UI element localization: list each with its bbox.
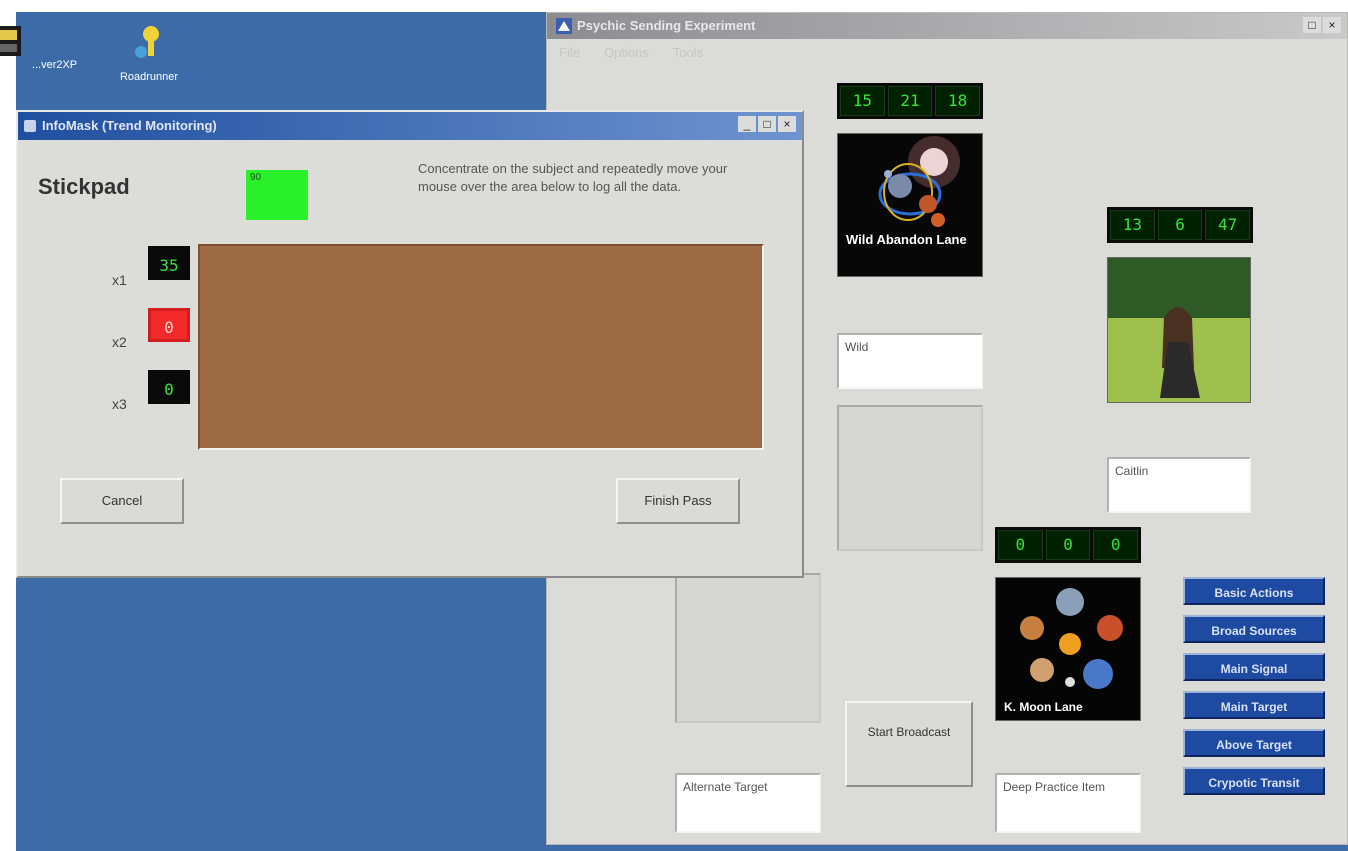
led-digit: 47	[1205, 210, 1251, 240]
menu-tools[interactable]: Tools	[673, 45, 703, 63]
axis-label-x1: x1	[112, 272, 127, 288]
led-digit: 21	[887, 86, 933, 116]
axis-label-x3: x3	[112, 396, 127, 412]
dialog-window-controls: _ □ ×	[738, 116, 796, 132]
stickpad-dialog: InfoMask (Trend Monitoring) _ □ × Stickp…	[16, 110, 804, 578]
status-indicator: 90	[246, 170, 308, 220]
target-image-planets[interactable]: K. Moon Lane	[995, 577, 1141, 721]
led-digit: 6	[1157, 210, 1203, 240]
portrait-photo-icon	[1108, 258, 1250, 402]
subject-name-text: Caitlin	[1115, 464, 1149, 478]
main-signal-button[interactable]: Main Signal	[1183, 653, 1325, 681]
alternate-target-text: Alternate Target	[683, 780, 768, 794]
broad-sources-button[interactable]: Broad Sources	[1183, 615, 1325, 643]
deep-practice-text: Deep Practice Item	[1003, 780, 1106, 794]
maximize-icon[interactable]: □	[1303, 17, 1321, 33]
instructions-text: Concentrate on the subject and repeatedl…	[418, 161, 728, 194]
deep-practice-field[interactable]: Deep Practice Item	[995, 773, 1141, 833]
start-broadcast-button[interactable]: Start Broadcast	[845, 701, 973, 787]
menu-bar: File Options Tools	[547, 39, 1347, 69]
finish-pass-button[interactable]: Finish Pass	[616, 478, 740, 524]
secondary-preview-box	[675, 573, 821, 723]
desktop-icon-roadrunner[interactable]: Roadrunner	[104, 22, 194, 83]
menu-file[interactable]: File	[559, 45, 580, 63]
application-icon	[0, 26, 21, 56]
axis-value-x1: 35	[148, 246, 190, 280]
target-photo[interactable]	[1107, 257, 1251, 403]
start-broadcast-label: Start Broadcast	[867, 725, 951, 739]
target-preview-box	[837, 405, 983, 551]
led-digit: 15	[840, 86, 885, 116]
axis-value-x3: 0	[148, 370, 190, 404]
dialog-titlebar[interactable]: InfoMask (Trend Monitoring) _ □ ×	[18, 112, 802, 140]
cryptic-transit-button[interactable]: Crypotic Transit	[1183, 767, 1325, 795]
led-digit: 0	[998, 530, 1043, 560]
desktop-icon-label: Roadrunner	[119, 71, 179, 83]
led-digit: 13	[1110, 210, 1155, 240]
image-caption: Wild Abandon Lane	[846, 232, 967, 247]
alternate-target-field[interactable]: Alternate Target	[675, 773, 821, 833]
menu-options[interactable]: Options	[604, 45, 649, 63]
main-target-button[interactable]: Main Target	[1183, 691, 1325, 719]
window-title: Psychic Sending Experiment	[577, 18, 756, 33]
dialog-app-icon	[24, 120, 36, 132]
basic-actions-button[interactable]: Basic Actions	[1183, 577, 1325, 605]
desktop-icon-app[interactable]: ...ver2XP	[0, 22, 78, 71]
app-icon	[556, 18, 572, 34]
led-digit: 0	[1093, 530, 1139, 560]
dialog-heading: Stickpad	[38, 174, 130, 199]
status-indicator-text: 90	[250, 172, 262, 183]
led-counter-top: 15 21 18	[837, 83, 983, 119]
led-digit: 18	[935, 86, 981, 116]
target-name-field[interactable]: Wild	[837, 333, 983, 389]
target-image-space[interactable]: Wild Abandon Lane	[837, 133, 983, 277]
maximize-icon[interactable]: □	[758, 116, 776, 132]
network-key-icon	[135, 26, 159, 58]
target-name-text: Wild	[845, 340, 869, 354]
axis-label-x2: x2	[112, 334, 127, 350]
stickpad-area[interactable]	[198, 244, 764, 450]
minimize-icon[interactable]: _	[738, 116, 756, 132]
led-counter-bottom: 0 0 0	[995, 527, 1141, 563]
above-target-button[interactable]: Above Target	[1183, 729, 1325, 757]
space-artwork-icon	[878, 136, 960, 227]
close-icon[interactable]: ×	[1323, 17, 1341, 33]
cancel-button[interactable]: Cancel	[60, 478, 184, 524]
desktop-icon-label: ...ver2XP	[31, 59, 78, 71]
main-titlebar[interactable]: Psychic Sending Experiment □ ×	[547, 13, 1347, 39]
close-icon[interactable]: ×	[778, 116, 796, 132]
window-controls: □ ×	[1303, 17, 1341, 33]
subject-name-field[interactable]: Caitlin	[1107, 457, 1251, 513]
dialog-title: InfoMask (Trend Monitoring)	[42, 118, 217, 133]
axis-value-x2: 0	[148, 308, 190, 342]
led-counter-right: 13 6 47	[1107, 207, 1253, 243]
led-digit: 0	[1045, 530, 1091, 560]
image-caption: K. Moon Lane	[1004, 700, 1083, 714]
